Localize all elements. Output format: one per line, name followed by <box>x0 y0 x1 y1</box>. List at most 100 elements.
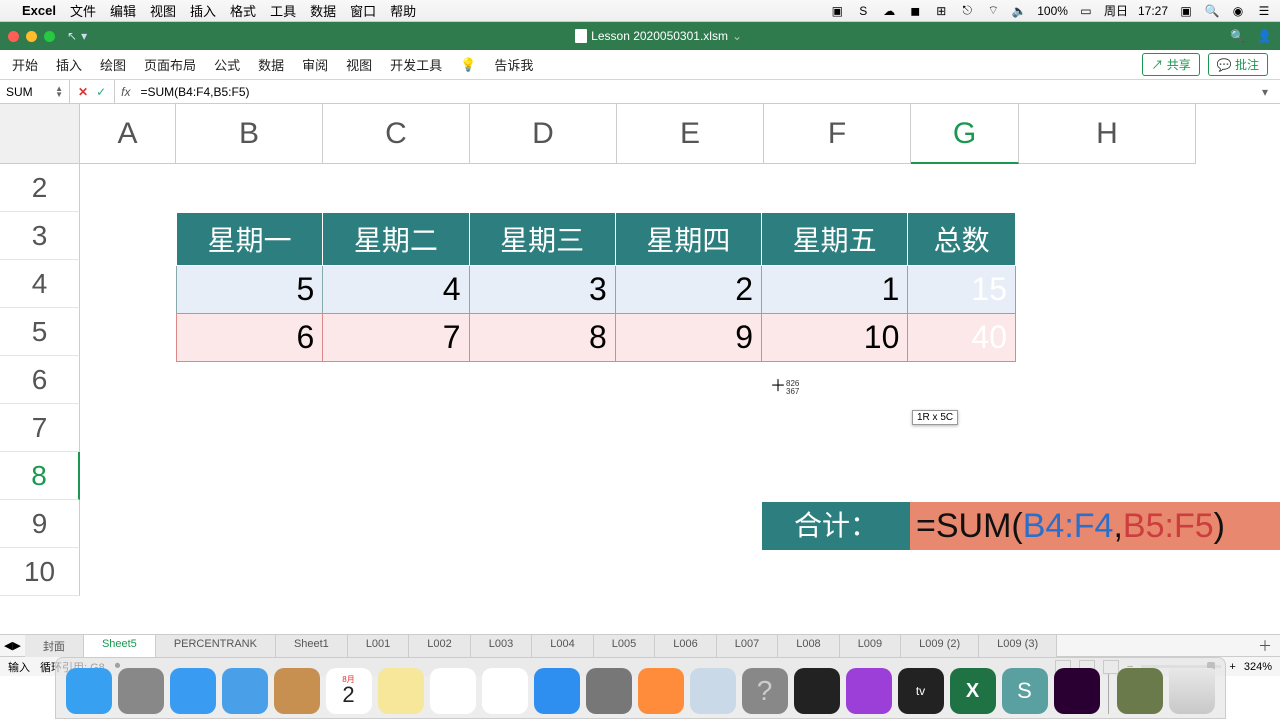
user-icon[interactable]: 👤 <box>1257 29 1272 43</box>
sheet-tab-L005[interactable]: L005 <box>594 635 655 657</box>
dock-app-notes[interactable] <box>378 668 424 714</box>
sheet-nav-prev[interactable]: ◀ <box>4 639 12 652</box>
cell-B4[interactable]: 5 <box>177 266 323 314</box>
grid-icon[interactable]: ⊞ <box>933 3 949 19</box>
dock-app-reminders[interactable] <box>430 668 476 714</box>
tab-draw[interactable]: 绘图 <box>100 55 126 74</box>
sheet-tab-L006[interactable]: L006 <box>655 635 716 657</box>
dock-app-contacts[interactable] <box>274 668 320 714</box>
row-9[interactable]: 9 <box>0 500 80 548</box>
dock-app-launchpad[interactable] <box>118 668 164 714</box>
day-label[interactable]: 周日 <box>1104 2 1128 19</box>
cell-G4[interactable]: 15 <box>908 266 1016 314</box>
col-G[interactable]: G <box>911 104 1019 164</box>
col-A[interactable]: A <box>80 104 176 164</box>
sheet-tab-L009 (3)[interactable]: L009 (3) <box>979 635 1057 657</box>
sheet-tab-Sheet5[interactable]: Sheet5 <box>84 635 156 657</box>
cell-B5[interactable]: 6 <box>177 314 323 362</box>
cell-G5[interactable]: 40 <box>908 314 1016 362</box>
tab-view[interactable]: 视图 <box>346 55 372 74</box>
row-8[interactable]: 8 <box>0 452 80 500</box>
header-mon[interactable]: 星期一 <box>177 213 323 266</box>
sheet-tab-L007[interactable]: L007 <box>717 635 778 657</box>
comment-button[interactable]: 💬 批注 <box>1208 53 1268 76</box>
cell-D4[interactable]: 3 <box>469 266 615 314</box>
dock-app-activity[interactable] <box>794 668 840 714</box>
cursor-arrow-icon[interactable]: ↖ <box>67 29 77 43</box>
dock-app-help[interactable]: ? <box>742 668 788 714</box>
time-label[interactable]: 17:27 <box>1138 4 1168 18</box>
dock-app-excel[interactable]: X <box>950 668 996 714</box>
confirm-formula-button[interactable]: ✓ <box>96 85 106 99</box>
close-button[interactable] <box>8 31 19 42</box>
name-box[interactable]: SUM ▲▼ <box>0 80 70 103</box>
row-4[interactable]: 4 <box>0 260 80 308</box>
dock-app-calendar[interactable]: 8月2 <box>326 668 372 714</box>
dropdown-icon[interactable]: ⌄ <box>732 29 742 43</box>
zoom-button[interactable] <box>44 31 55 42</box>
sheet-tab-L003[interactable]: L003 <box>471 635 532 657</box>
fx-label[interactable]: fx <box>115 85 136 99</box>
formula-display-cell[interactable]: =SUM(B4:F4,B5:F5) <box>910 502 1280 550</box>
sheet-tab-L001[interactable]: L001 <box>348 635 409 657</box>
tab-review[interactable]: 审阅 <box>302 55 328 74</box>
square-c-icon[interactable]: ◼ <box>907 3 923 19</box>
header-tue[interactable]: 星期二 <box>323 213 469 266</box>
expand-formula-bar-icon[interactable]: ▾ <box>1262 85 1280 99</box>
col-F[interactable]: F <box>764 104 911 164</box>
tab-data[interactable]: 数据 <box>258 55 284 74</box>
menu-data[interactable]: 数据 <box>310 1 336 20</box>
sheet-tab-L009[interactable]: L009 <box>840 635 901 657</box>
dock-app-trash[interactable] <box>1169 668 1215 714</box>
spotlight-icon[interactable]: 🔍 <box>1204 3 1220 19</box>
add-sheet-button[interactable]: ＋ <box>1250 636 1280 656</box>
square-s-icon[interactable]: ▣ <box>829 3 845 19</box>
letter-s-icon[interactable]: S <box>855 3 871 19</box>
sheet-tab-L004[interactable]: L004 <box>532 635 593 657</box>
col-H[interactable]: H <box>1019 104 1196 164</box>
sheet-nav-next[interactable]: ▶ <box>12 639 20 652</box>
menu-help[interactable]: 帮助 <box>390 1 416 20</box>
control-center-icon[interactable]: ☰ <box>1256 3 1272 19</box>
dock-app-safari[interactable] <box>170 668 216 714</box>
tellme-input[interactable]: 告诉我 <box>494 55 533 74</box>
select-all-corner[interactable] <box>0 104 80 164</box>
header-fri[interactable]: 星期五 <box>762 213 908 266</box>
dock-app-pgadmin[interactable] <box>690 668 736 714</box>
col-E[interactable]: E <box>617 104 764 164</box>
sheet-tab-L009 (2)[interactable]: L009 (2) <box>901 635 979 657</box>
dock-app-snagit[interactable]: S <box>1002 668 1048 714</box>
cloud-icon[interactable]: ☁ <box>881 3 897 19</box>
siri-icon[interactable]: ◉ <box>1230 3 1246 19</box>
dock-app-appstore[interactable] <box>534 668 580 714</box>
dock-app-podcasts[interactable] <box>846 668 892 714</box>
dock-app-mail[interactable] <box>222 668 268 714</box>
bluetooth-icon[interactable]: ⎋ <box>959 3 975 19</box>
name-box-dropdown-icon[interactable]: ▲▼ <box>55 86 63 98</box>
menu-format[interactable]: 格式 <box>230 1 256 20</box>
menu-window[interactable]: 窗口 <box>350 1 376 20</box>
toolbar-dropdown-icon[interactable]: ▾ <box>81 29 87 43</box>
row-10[interactable]: 10 <box>0 548 80 596</box>
share-button[interactable]: ↗ 共享 <box>1142 53 1199 76</box>
row-2[interactable]: 2 <box>0 164 80 212</box>
sheet-tab-PERCENTRANK[interactable]: PERCENTRANK <box>156 635 276 657</box>
tab-formulas[interactable]: 公式 <box>214 55 240 74</box>
dock-app-photos[interactable] <box>482 668 528 714</box>
battery-pct[interactable]: 100% <box>1037 4 1068 18</box>
battery-icon[interactable]: ▭ <box>1078 3 1094 19</box>
cell-F5[interactable]: 10 <box>762 314 908 362</box>
col-D[interactable]: D <box>470 104 617 164</box>
sheet-tab-L008[interactable]: L008 <box>778 635 839 657</box>
row-5[interactable]: 5 <box>0 308 80 356</box>
dock-app-premiere[interactable] <box>1054 668 1100 714</box>
app-name[interactable]: Excel <box>22 3 56 18</box>
row-7[interactable]: 7 <box>0 404 80 452</box>
formula-input[interactable]: =SUM(B4:F4,B5:F5) <box>136 85 1262 99</box>
tab-home[interactable]: 开始 <box>12 55 38 74</box>
tab-pagelayout[interactable]: 页面布局 <box>144 55 196 74</box>
sheet-tab-L002[interactable]: L002 <box>409 635 470 657</box>
menu-insert[interactable]: 插入 <box>190 1 216 20</box>
tab-developer[interactable]: 开发工具 <box>390 55 442 74</box>
cell-F4[interactable]: 1 <box>762 266 908 314</box>
